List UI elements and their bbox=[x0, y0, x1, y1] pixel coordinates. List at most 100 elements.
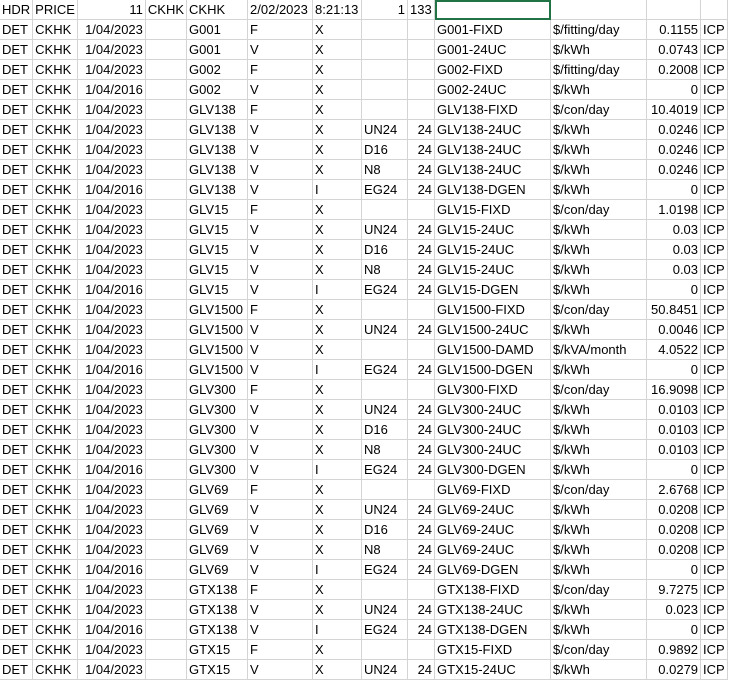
cell-icp[interactable]: ICP bbox=[700, 399, 729, 420]
cell-hours[interactable]: 24 bbox=[407, 139, 436, 160]
cell-fv[interactable]: F bbox=[247, 299, 314, 320]
header-cell[interactable]: 2/02/2023 bbox=[247, 0, 314, 20]
cell-empty[interactable] bbox=[145, 59, 188, 80]
cell-ix[interactable]: X bbox=[312, 479, 363, 500]
cell-ix[interactable]: I bbox=[312, 459, 363, 480]
cell-hours[interactable]: 24 bbox=[407, 559, 436, 580]
cell-price-code[interactable]: CKHK bbox=[32, 519, 78, 540]
cell-ix[interactable]: I bbox=[312, 179, 363, 200]
cell-period[interactable]: UN24 bbox=[361, 219, 409, 240]
cell-icp[interactable]: ICP bbox=[700, 599, 729, 620]
cell-rate[interactable]: 2.6768 bbox=[646, 479, 702, 500]
cell-ix[interactable]: X bbox=[312, 579, 363, 600]
cell-fv[interactable]: F bbox=[247, 99, 314, 120]
cell-price-code[interactable]: CKHK bbox=[32, 199, 78, 220]
cell-period[interactable] bbox=[361, 99, 409, 120]
cell-period[interactable] bbox=[361, 19, 409, 40]
cell-code[interactable]: GLV138-FIXD bbox=[434, 99, 552, 120]
cell-period[interactable] bbox=[361, 379, 409, 400]
cell-ix[interactable]: X bbox=[312, 519, 363, 540]
cell-hours[interactable] bbox=[407, 99, 436, 120]
cell-fv[interactable]: V bbox=[247, 439, 314, 460]
cell-rec-type[interactable]: DET bbox=[0, 519, 34, 540]
cell-rec-type[interactable]: DET bbox=[0, 459, 34, 480]
cell-rate[interactable]: 0 bbox=[646, 459, 702, 480]
cell-price-code[interactable]: CKHK bbox=[32, 639, 78, 660]
cell-start-date[interactable]: 1/04/2023 bbox=[77, 299, 146, 320]
cell-fv[interactable]: V bbox=[247, 539, 314, 560]
cell-start-date[interactable]: 1/04/2023 bbox=[77, 319, 146, 340]
cell-ix[interactable]: X bbox=[312, 419, 363, 440]
cell-tariff[interactable]: GLV138 bbox=[186, 99, 249, 120]
selected-cell[interactable] bbox=[434, 0, 552, 20]
cell-price-code[interactable]: CKHK bbox=[32, 499, 78, 520]
cell-rate[interactable]: 0.0246 bbox=[646, 139, 702, 160]
cell-ix[interactable]: X bbox=[312, 19, 363, 40]
cell-start-date[interactable]: 1/04/2023 bbox=[77, 519, 146, 540]
cell-code[interactable]: GLV15-24UC bbox=[434, 239, 552, 260]
header-cell[interactable]: CKHK bbox=[186, 0, 249, 20]
cell-rec-type[interactable]: DET bbox=[0, 359, 34, 380]
cell-start-date[interactable]: 1/04/2023 bbox=[77, 339, 146, 360]
cell-period[interactable] bbox=[361, 79, 409, 100]
cell-rec-type[interactable]: DET bbox=[0, 339, 34, 360]
cell-rec-type[interactable]: DET bbox=[0, 379, 34, 400]
cell-tariff[interactable]: G002 bbox=[186, 79, 249, 100]
cell-empty[interactable] bbox=[145, 399, 188, 420]
cell-tariff[interactable]: GTX15 bbox=[186, 639, 249, 660]
cell-start-date[interactable]: 1/04/2023 bbox=[77, 239, 146, 260]
cell-tariff[interactable]: GLV1500 bbox=[186, 299, 249, 320]
cell-code[interactable]: GTX15-FIXD bbox=[434, 639, 552, 660]
cell-rate[interactable]: 10.4019 bbox=[646, 99, 702, 120]
cell-empty[interactable] bbox=[145, 379, 188, 400]
cell-tariff[interactable]: GLV300 bbox=[186, 439, 249, 460]
cell-rate[interactable]: 0 bbox=[646, 619, 702, 640]
cell-tariff[interactable]: GLV138 bbox=[186, 139, 249, 160]
cell-empty[interactable] bbox=[145, 599, 188, 620]
cell-ix[interactable]: X bbox=[312, 39, 363, 60]
cell-rec-type[interactable]: DET bbox=[0, 179, 34, 200]
cell-icp[interactable]: ICP bbox=[700, 59, 729, 80]
header-cell[interactable]: HDR bbox=[0, 0, 34, 20]
cell-ix[interactable]: I bbox=[312, 279, 363, 300]
cell-icp[interactable]: ICP bbox=[700, 539, 729, 560]
cell-rate[interactable]: 0 bbox=[646, 359, 702, 380]
cell-ix[interactable]: X bbox=[312, 259, 363, 280]
cell-tariff[interactable]: GLV1500 bbox=[186, 339, 249, 360]
cell-tariff[interactable]: GLV300 bbox=[186, 379, 249, 400]
cell-icp[interactable]: ICP bbox=[700, 79, 729, 100]
cell-unit[interactable]: $/kWh bbox=[550, 139, 648, 160]
cell-start-date[interactable]: 1/04/2016 bbox=[77, 559, 146, 580]
cell-hours[interactable] bbox=[407, 79, 436, 100]
cell-fv[interactable]: V bbox=[247, 519, 314, 540]
cell-ix[interactable]: X bbox=[312, 639, 363, 660]
cell-hours[interactable]: 24 bbox=[407, 399, 436, 420]
cell-unit[interactable]: $/kWh bbox=[550, 519, 648, 540]
cell-period[interactable] bbox=[361, 299, 409, 320]
cell-rec-type[interactable]: DET bbox=[0, 439, 34, 460]
cell-rec-type[interactable]: DET bbox=[0, 559, 34, 580]
cell-icp[interactable]: ICP bbox=[700, 419, 729, 440]
cell-icp[interactable]: ICP bbox=[700, 499, 729, 520]
cell-start-date[interactable]: 1/04/2016 bbox=[77, 279, 146, 300]
cell-code[interactable]: GLV300-24UC bbox=[434, 419, 552, 440]
cell-unit[interactable]: $/fitting/day bbox=[550, 19, 648, 40]
cell-rec-type[interactable]: DET bbox=[0, 579, 34, 600]
cell-unit[interactable]: $/kWh bbox=[550, 159, 648, 180]
cell-unit[interactable]: $/kWh bbox=[550, 439, 648, 460]
cell-ix[interactable]: I bbox=[312, 619, 363, 640]
header-cell[interactable] bbox=[700, 0, 729, 20]
cell-code[interactable]: GTX15-24UC bbox=[434, 659, 552, 680]
cell-icp[interactable]: ICP bbox=[700, 179, 729, 200]
cell-tariff[interactable]: GLV138 bbox=[186, 179, 249, 200]
cell-price-code[interactable]: CKHK bbox=[32, 559, 78, 580]
cell-rec-type[interactable]: DET bbox=[0, 479, 34, 500]
cell-empty[interactable] bbox=[145, 39, 188, 60]
cell-rate[interactable]: 0.1155 bbox=[646, 19, 702, 40]
cell-empty[interactable] bbox=[145, 279, 188, 300]
cell-empty[interactable] bbox=[145, 579, 188, 600]
cell-icp[interactable]: ICP bbox=[700, 239, 729, 260]
cell-tariff[interactable]: GLV300 bbox=[186, 459, 249, 480]
cell-fv[interactable]: F bbox=[247, 639, 314, 660]
cell-rec-type[interactable]: DET bbox=[0, 659, 34, 680]
